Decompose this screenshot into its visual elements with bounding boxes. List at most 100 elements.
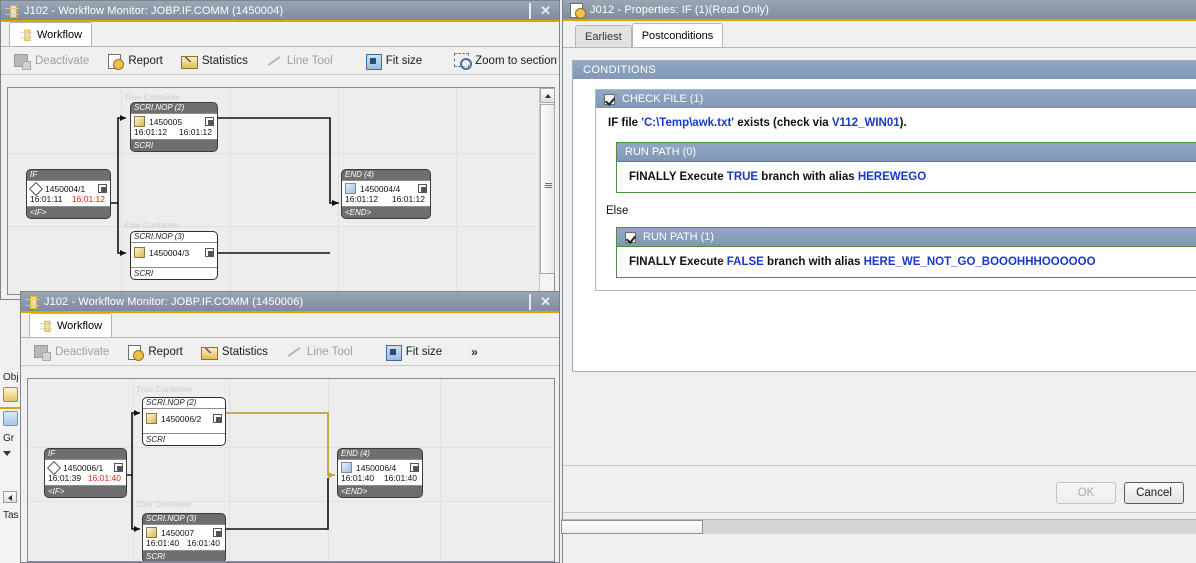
cancel-button[interactable]: Cancel	[1124, 482, 1184, 504]
if-node-header: IF	[30, 170, 38, 179]
statistics-button[interactable]: Statistics	[174, 51, 255, 71]
window1-vertical-scrollbar[interactable]	[539, 88, 555, 294]
arrow-left-icon	[3, 491, 17, 503]
check-file-prefix: IF file	[608, 117, 642, 129]
check-file-mid: exists (check via	[734, 117, 832, 129]
line-tool-button[interactable]: Line Tool	[259, 51, 340, 71]
scri-nop-2-node[interactable]: SCRI.NOP (2) 1450006/2 SCRI	[142, 397, 226, 446]
scri3-body: 1450007 16:01:40 16:01:40	[143, 524, 225, 551]
deactivate-icon	[14, 53, 31, 70]
workflow-tab-icon	[40, 320, 52, 332]
node-menu-icon[interactable]	[213, 414, 222, 423]
statistics-button[interactable]: Statistics	[194, 342, 275, 362]
report-label: Report	[128, 54, 163, 67]
if-node-end: 16:01:40	[87, 473, 121, 483]
window2-canvas-area[interactable]: True Container Else Container IF 1450006…	[27, 378, 555, 562]
true-container-label: True Container	[136, 384, 193, 394]
report-icon	[127, 344, 145, 361]
deactivate-button[interactable]: Deactivate	[7, 51, 96, 71]
footer-divider-bottom	[563, 512, 1196, 513]
rp-true-mid: branch with alias	[758, 171, 858, 183]
close-button[interactable]: ✕	[540, 295, 551, 308]
window2-graph-canvas[interactable]: True Container Else Container IF 1450006…	[28, 379, 554, 561]
report-button[interactable]: Report	[100, 51, 170, 71]
scri-nop-3-node[interactable]: SCRI.NOP (3) 1450007 16:01:40 16:01:40 S…	[142, 513, 226, 561]
explorer-blue-icon	[3, 411, 18, 426]
scri3-header: SCRI.NOP (3)	[134, 232, 185, 241]
workflow-monitor-window-1450004[interactable]: J102 - Workflow Monitor: JOBP.IF.COMM (1…	[0, 0, 579, 300]
explorer-gold-icon	[3, 387, 18, 402]
maximize-button[interactable]	[529, 293, 532, 310]
check-file-path: 'C:\Temp\awk.txt'	[641, 117, 735, 129]
tab-earliest[interactable]: Earliest	[575, 25, 632, 47]
check-file-header-bar[interactable]: CHECK FILE (1)	[596, 90, 1196, 108]
node-menu-icon[interactable]	[114, 463, 123, 472]
report-button[interactable]: Report	[120, 342, 190, 362]
properties-horizontal-scrollbar[interactable]	[561, 519, 1196, 534]
statistics-label: Statistics	[201, 54, 248, 67]
rp-false-alias: HERE_WE_NOT_GO_BOOOHHHOOOOOO	[863, 256, 1096, 268]
end-end: 16:01:12	[391, 194, 425, 204]
scri2-end: 16:01:12	[178, 127, 212, 137]
window1-titlebar[interactable]: J102 - Workflow Monitor: JOBP.IF.COMM (1…	[1, 1, 559, 22]
rp-false-prefix: FINALLY Execute	[629, 256, 727, 268]
toolbar-overflow-button[interactable]: »	[467, 345, 482, 359]
window1-canvas-area[interactable]: True Container Else Container IF 1450004…	[7, 87, 555, 295]
else-label: Else	[606, 205, 629, 217]
if-node[interactable]: IF 1450004/1 16:01:11 16:01:12 <IF>	[26, 169, 111, 219]
run-path-false-checkbox[interactable]	[625, 231, 636, 243]
properties-title: J012 - Properties: IF (1)(Read Only)	[590, 3, 770, 16]
deactivate-button[interactable]: Deactivate	[27, 342, 116, 362]
node-menu-icon[interactable]	[98, 184, 107, 193]
properties-dialog[interactable]: J012 - Properties: IF (1)(Read Only) Ear…	[561, 0, 1196, 563]
run-path-true-block[interactable]: RUN PATH (0) FINALLY Execute TRUE branch…	[616, 142, 1196, 193]
line-tool-button[interactable]: Line Tool	[279, 342, 360, 362]
end-node[interactable]: END (4) 1450006/4 16:01:40 16:01:40 <END…	[337, 448, 423, 498]
end-body: 1450004/4 16:01:12 16:01:12	[342, 180, 430, 207]
end-node[interactable]: END (4) 1450004/4 16:01:12 16:01:12 <END…	[341, 169, 431, 219]
window1-graph-canvas[interactable]: True Container Else Container IF 1450004…	[8, 88, 554, 294]
scri3-end: 16:01:40	[186, 538, 220, 548]
properties-titlebar[interactable]: J012 - Properties: IF (1)(Read Only)	[563, 0, 1196, 21]
node-menu-icon[interactable]	[213, 528, 222, 537]
run-path-false-text: FINALLY Execute FALSE branch with alias …	[617, 247, 1196, 277]
hscroll-thumb[interactable]	[561, 520, 703, 534]
scri-nop-3-node[interactable]: SCRI.NOP (3) 1450004/3 SCRI	[130, 231, 218, 280]
close-button[interactable]: ✕	[540, 4, 551, 17]
line-tool-label: Line Tool	[306, 345, 353, 358]
statistics-icon	[200, 344, 218, 360]
run-path-true-text: FINALLY Execute TRUE branch with alias H…	[617, 162, 1196, 192]
zoom-to-section-button[interactable]: Zoom to section	[447, 51, 564, 71]
node-menu-icon[interactable]	[205, 248, 214, 257]
ok-button[interactable]: OK	[1056, 482, 1116, 504]
node-menu-icon[interactable]	[418, 184, 427, 193]
fit-size-button[interactable]: Fit size	[358, 51, 429, 71]
scroll-grip-icon	[545, 183, 552, 188]
if-node[interactable]: IF 1450006/1 16:01:39 16:01:40 <IF>	[44, 448, 127, 498]
node-menu-icon[interactable]	[410, 463, 419, 472]
tab-postconditions[interactable]: Postconditions	[631, 23, 724, 47]
zoom-to-section-icon	[454, 52, 473, 70]
run-path-false-header-bar[interactable]: RUN PATH (1)	[617, 228, 1196, 247]
maximize-button[interactable]	[529, 2, 532, 19]
tab-workflow[interactable]: Workflow	[29, 313, 113, 337]
scroll-up-arrow[interactable]	[540, 88, 555, 103]
tab-workflow[interactable]: Workflow	[9, 22, 93, 46]
run-path-true-header-bar[interactable]: RUN PATH (0)	[617, 143, 1196, 162]
scri-nop-2-node[interactable]: SCRI.NOP (2) 1450005 16:01:12 16:01:12 S…	[130, 102, 218, 152]
end-id: 1450006/4	[356, 462, 397, 473]
scri3-body: 1450004/3	[131, 242, 217, 268]
if-node-header: IF	[48, 449, 56, 458]
run-path-false-block[interactable]: RUN PATH (1) FINALLY Execute FALSE branc…	[616, 227, 1196, 278]
end-header: END (4)	[341, 449, 370, 458]
window1-title: J102 - Workflow Monitor: JOBP.IF.COMM (1…	[24, 4, 284, 17]
scri3-footer: SCRI	[134, 269, 154, 278]
node-menu-icon[interactable]	[205, 117, 214, 126]
check-file-checkbox[interactable]	[604, 93, 615, 105]
workflow-monitor-window-1450006[interactable]: J102 - Workflow Monitor: JOBP.IF.COMM (1…	[20, 291, 560, 563]
window2-titlebar[interactable]: J102 - Workflow Monitor: JOBP.IF.COMM (1…	[21, 292, 559, 313]
vscroll-thumb[interactable]	[540, 104, 555, 274]
fit-size-button[interactable]: Fit size	[378, 342, 449, 362]
scri3-header: SCRI.NOP (3)	[146, 514, 197, 523]
check-file-block[interactable]: CHECK FILE (1) IF file 'C:\Temp\awk.txt'…	[595, 89, 1196, 291]
